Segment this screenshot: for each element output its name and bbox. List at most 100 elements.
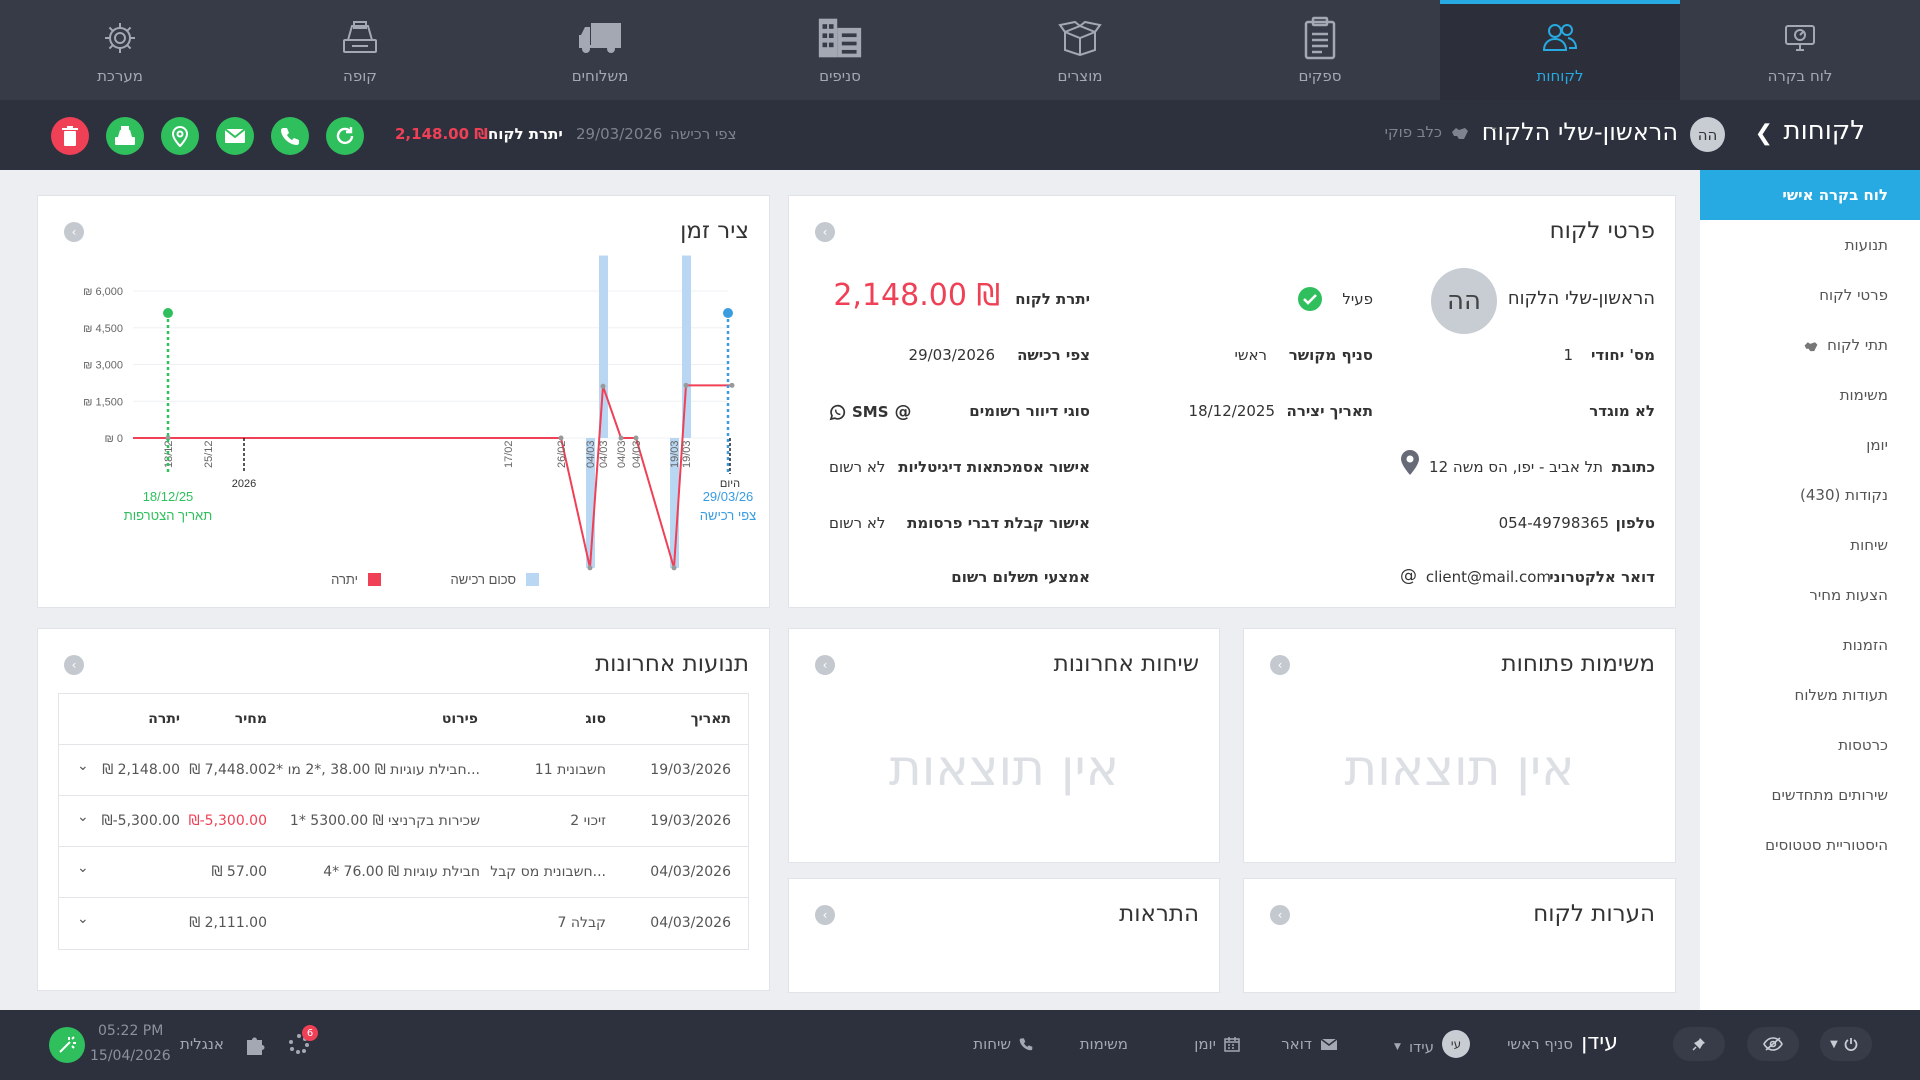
- main-nav: לוח בקרה לקוחות ספקים מוצרים סניפים משלו…: [0, 0, 1920, 100]
- legend-swatch-balance: [368, 573, 381, 586]
- pin-button[interactable]: [1673, 1027, 1725, 1061]
- side-item-personal-dashboard[interactable]: לוח בקרה אישי: [1700, 170, 1920, 220]
- chevron-left-icon[interactable]: ‹: [815, 655, 835, 675]
- chevron-left-icon[interactable]: ‹: [1270, 905, 1290, 925]
- chevron-left-icon[interactable]: ❮: [1755, 121, 1773, 146]
- chevron-down-icon[interactable]: ⌄: [77, 911, 89, 927]
- branch-label: סניף מקושר: [1288, 346, 1373, 364]
- table-row[interactable]: 19/03/2026 חשבונית 11 2* חבילת עוגיות ₪ …: [59, 745, 748, 796]
- x-tick-label: 04/03: [585, 440, 597, 468]
- settings-icon: [97, 15, 143, 61]
- row-price: ₪-5,300.00: [188, 813, 267, 829]
- cash-register-button[interactable]: [106, 117, 144, 155]
- eye-off-icon: [1763, 1037, 1783, 1051]
- card-title: הערות לקוח: [1533, 901, 1655, 927]
- notifications-button[interactable]: 6: [288, 1025, 318, 1055]
- map-pin-icon[interactable]: [1400, 450, 1420, 476]
- chevron-left-icon[interactable]: ‹: [64, 655, 84, 675]
- delete-button[interactable]: [51, 117, 89, 155]
- balance-value: 2,148.00 ₪: [395, 125, 488, 143]
- nav-label: סניפים: [819, 67, 861, 85]
- shipping-icon: [577, 15, 623, 61]
- puzzle-icon[interactable]: [245, 1034, 267, 1056]
- y-tick-label: ₪ 1,500: [83, 396, 123, 408]
- chevron-left-icon[interactable]: ‹: [815, 905, 835, 925]
- header-date: תאריך: [690, 711, 731, 727]
- address-label: כתובת: [1611, 458, 1655, 476]
- calendar-label: יומן: [1194, 1035, 1216, 1053]
- chevron-left-icon[interactable]: ‹: [1270, 655, 1290, 675]
- chevron-down-icon[interactable]: ⌄: [77, 860, 89, 876]
- chevron-down-icon[interactable]: ⌄: [77, 758, 89, 774]
- side-item-transactions[interactable]: תנועות: [1700, 220, 1920, 270]
- chevron-down-icon[interactable]: ⌄: [77, 809, 89, 825]
- location-button[interactable]: [161, 117, 199, 155]
- clock-time: 05:22 PM: [98, 1023, 164, 1039]
- avatar: הה: [1690, 117, 1725, 152]
- timeline-chart: ₪ 6,000₪ 4,500₪ 3,000₪ 1,500₪ 018/12 25/1…: [83, 255, 756, 587]
- side-item-tasks[interactable]: משימות: [1700, 370, 1920, 420]
- nav-item-customers[interactable]: לקוחות: [1440, 0, 1680, 100]
- language-toggle[interactable]: אנגלית: [180, 1035, 224, 1053]
- data-point: [633, 435, 639, 441]
- nav-item-products[interactable]: מוצרים: [960, 0, 1200, 100]
- side-item-label: תתי לקוח: [1827, 336, 1888, 354]
- side-item-status-history[interactable]: היסטוריית סטטוסים: [1700, 820, 1920, 870]
- legend-swatch-purchase: [526, 573, 539, 586]
- phone-icon: [281, 128, 299, 145]
- wizard-button[interactable]: [49, 1027, 85, 1063]
- suppliers-icon: [1297, 15, 1343, 61]
- side-item-delivery-notes[interactable]: תעודות משלוח: [1700, 670, 1920, 720]
- email-value[interactable]: client@mail.com: [1426, 568, 1551, 586]
- side-item-orders[interactable]: הזמנות: [1700, 620, 1920, 670]
- side-item-calendar[interactable]: יומן: [1700, 420, 1920, 470]
- table-row[interactable]: 04/03/2026 קבלה 7 ₪ 2,111.00 ⌄: [59, 898, 748, 949]
- card-title: התראות: [1119, 901, 1199, 927]
- nav-item-dashboard[interactable]: לוח בקרה: [1680, 0, 1920, 100]
- balance-value: 2,148.00 ₪: [833, 278, 1000, 313]
- trash-icon: [62, 126, 78, 146]
- row-date: 04/03/2026: [650, 915, 731, 931]
- phone-value[interactable]: 054-49798365: [1499, 514, 1609, 532]
- nav-item-suppliers[interactable]: ספקים: [1200, 0, 1440, 100]
- user-menu[interactable]: ▼ עידו עי: [1394, 1030, 1470, 1058]
- nav-item-register[interactable]: קופה: [240, 0, 480, 100]
- side-item-quotes[interactable]: הצעות מחיר: [1700, 570, 1920, 620]
- email-button[interactable]: [216, 117, 254, 155]
- hide-button[interactable]: [1747, 1027, 1799, 1061]
- branch-name[interactable]: סניף ראשי: [1507, 1035, 1573, 1053]
- customer-header-bar: לקוחות ❮ הה הראשון-שלי הלקוח -- כלב פוקי…: [0, 100, 1920, 170]
- nav-item-branches[interactable]: סניפים: [720, 0, 960, 100]
- y-tick-label: ₪ 4,500: [83, 323, 123, 335]
- chevron-left-icon[interactable]: ‹: [815, 222, 835, 242]
- side-item-details[interactable]: פרטי לקוח: [1700, 270, 1920, 320]
- side-item-sub-customers[interactable]: תתי לקוח: [1700, 320, 1920, 370]
- data-point: [558, 435, 564, 441]
- power-button[interactable]: ▼: [1820, 1027, 1872, 1061]
- nav-item-shipping[interactable]: משלוחים: [480, 0, 720, 100]
- card-title: שיחות אחרונות: [1053, 651, 1199, 677]
- side-item-ledgers[interactable]: כרטסות: [1700, 720, 1920, 770]
- expected-label: צפי רכישה: [670, 125, 737, 143]
- breadcrumb-section[interactable]: לקוחות: [1784, 116, 1865, 146]
- table-row[interactable]: 19/03/2026 זיכוי 2 1* שכירות בקרניצי ₪ 5…: [59, 796, 748, 847]
- call-button[interactable]: [271, 117, 309, 155]
- side-item-calls[interactable]: שיחות: [1700, 520, 1920, 570]
- data-point: [600, 383, 606, 389]
- status-text: פעיל: [1342, 290, 1373, 308]
- x-tick-label: 04/03: [598, 440, 610, 468]
- table-row[interactable]: 04/03/2026 חשבונית מס קבל... 4* חבילת עו…: [59, 847, 748, 898]
- mail-link[interactable]: דואר: [1281, 1035, 1338, 1053]
- tasks-link[interactable]: משימות: [1080, 1035, 1128, 1053]
- x-tick-label: 04/03: [616, 440, 628, 468]
- side-item-recurring-services[interactable]: שירותים מתחדשים: [1700, 770, 1920, 820]
- user-name: עידו: [1408, 1037, 1434, 1056]
- side-item-points[interactable]: נקודות (430): [1700, 470, 1920, 520]
- nav-item-settings[interactable]: מערכת: [0, 0, 240, 100]
- open-tasks-card: משימות פתוחות ‹ אין תוצאות: [1243, 628, 1676, 863]
- row-price: ₪ 2,111.00: [189, 915, 267, 931]
- calls-link[interactable]: שיחות: [973, 1035, 1033, 1053]
- refresh-button[interactable]: [326, 117, 364, 155]
- data-point: [729, 382, 735, 388]
- calendar-link[interactable]: יומן: [1194, 1035, 1240, 1053]
